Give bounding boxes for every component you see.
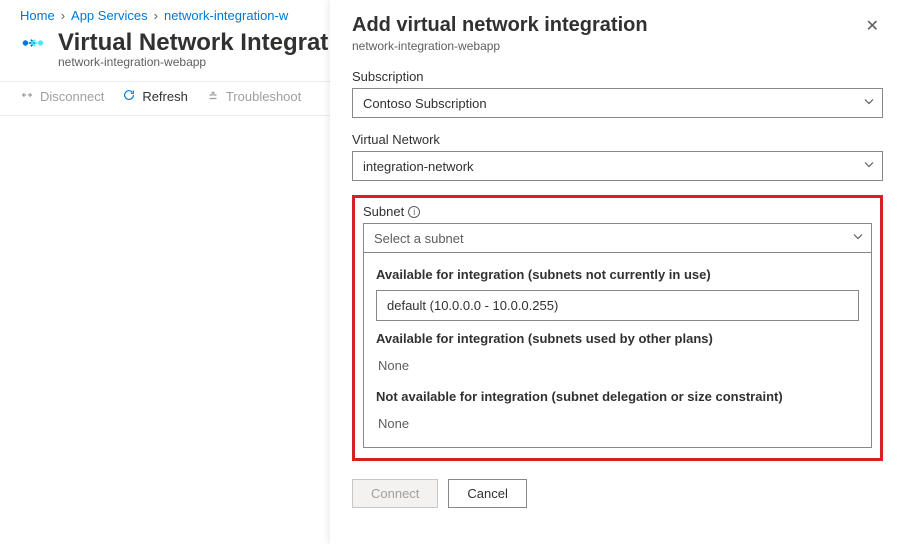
troubleshoot-button: Troubleshoot — [206, 88, 301, 105]
subnet-group-unavailable: Not available for integration (subnet de… — [376, 389, 859, 404]
subnet-group-available: Available for integration (subnets not c… — [376, 267, 859, 282]
disconnect-label: Disconnect — [40, 89, 104, 104]
subnet-dropdown-list: Available for integration (subnets not c… — [363, 253, 872, 448]
subnet-placeholder: Select a subnet — [363, 223, 872, 253]
info-icon[interactable]: i — [408, 206, 420, 218]
add-vnet-panel: Add virtual network integration network-… — [330, 0, 905, 544]
troubleshoot-label: Troubleshoot — [226, 89, 301, 104]
refresh-button[interactable]: Refresh — [122, 88, 188, 105]
breadcrumb-current[interactable]: network-integration-w — [164, 8, 288, 23]
refresh-icon — [122, 88, 136, 105]
subnet-group3-none: None — [376, 412, 859, 441]
connect-button: Connect — [352, 479, 438, 508]
subnet-select[interactable]: Select a subnet — [363, 223, 872, 253]
chevron-right-icon: › — [61, 8, 65, 23]
cancel-button[interactable]: Cancel — [448, 479, 526, 508]
disconnect-icon — [20, 88, 34, 105]
panel-title: Add virtual network integration — [352, 14, 648, 37]
subnet-group-other-plans: Available for integration (subnets used … — [376, 331, 859, 346]
panel-footer: Connect Cancel — [352, 479, 883, 508]
subscription-select[interactable]: Contoso Subscription — [352, 88, 883, 118]
vnet-value: integration-network — [352, 151, 883, 181]
panel-subtitle: network-integration-webapp — [352, 39, 648, 53]
subnet-option-default[interactable]: default (10.0.0.0 - 10.0.0.255) — [376, 290, 859, 321]
subnet-group2-none: None — [376, 354, 859, 383]
subnet-label-text: Subnet — [363, 204, 404, 219]
close-icon: ✕ — [866, 18, 879, 35]
troubleshoot-icon — [206, 88, 220, 105]
subnet-label: Subnet i — [363, 204, 872, 219]
disconnect-button: Disconnect — [20, 88, 104, 105]
vnet-integration-icon — [20, 30, 46, 56]
chevron-right-icon: › — [154, 8, 158, 23]
subscription-value: Contoso Subscription — [352, 88, 883, 118]
vnet-select[interactable]: integration-network — [352, 151, 883, 181]
subscription-label: Subscription — [352, 69, 883, 84]
vnet-label: Virtual Network — [352, 132, 883, 147]
subnet-section-highlight: Subnet i Select a subnet Available for i… — [352, 195, 883, 461]
refresh-label: Refresh — [142, 89, 188, 104]
breadcrumb-home[interactable]: Home — [20, 8, 55, 23]
close-button[interactable]: ✕ — [862, 14, 883, 38]
page-title: Virtual Network Integrat — [58, 29, 328, 57]
breadcrumb-app-services[interactable]: App Services — [71, 8, 148, 23]
